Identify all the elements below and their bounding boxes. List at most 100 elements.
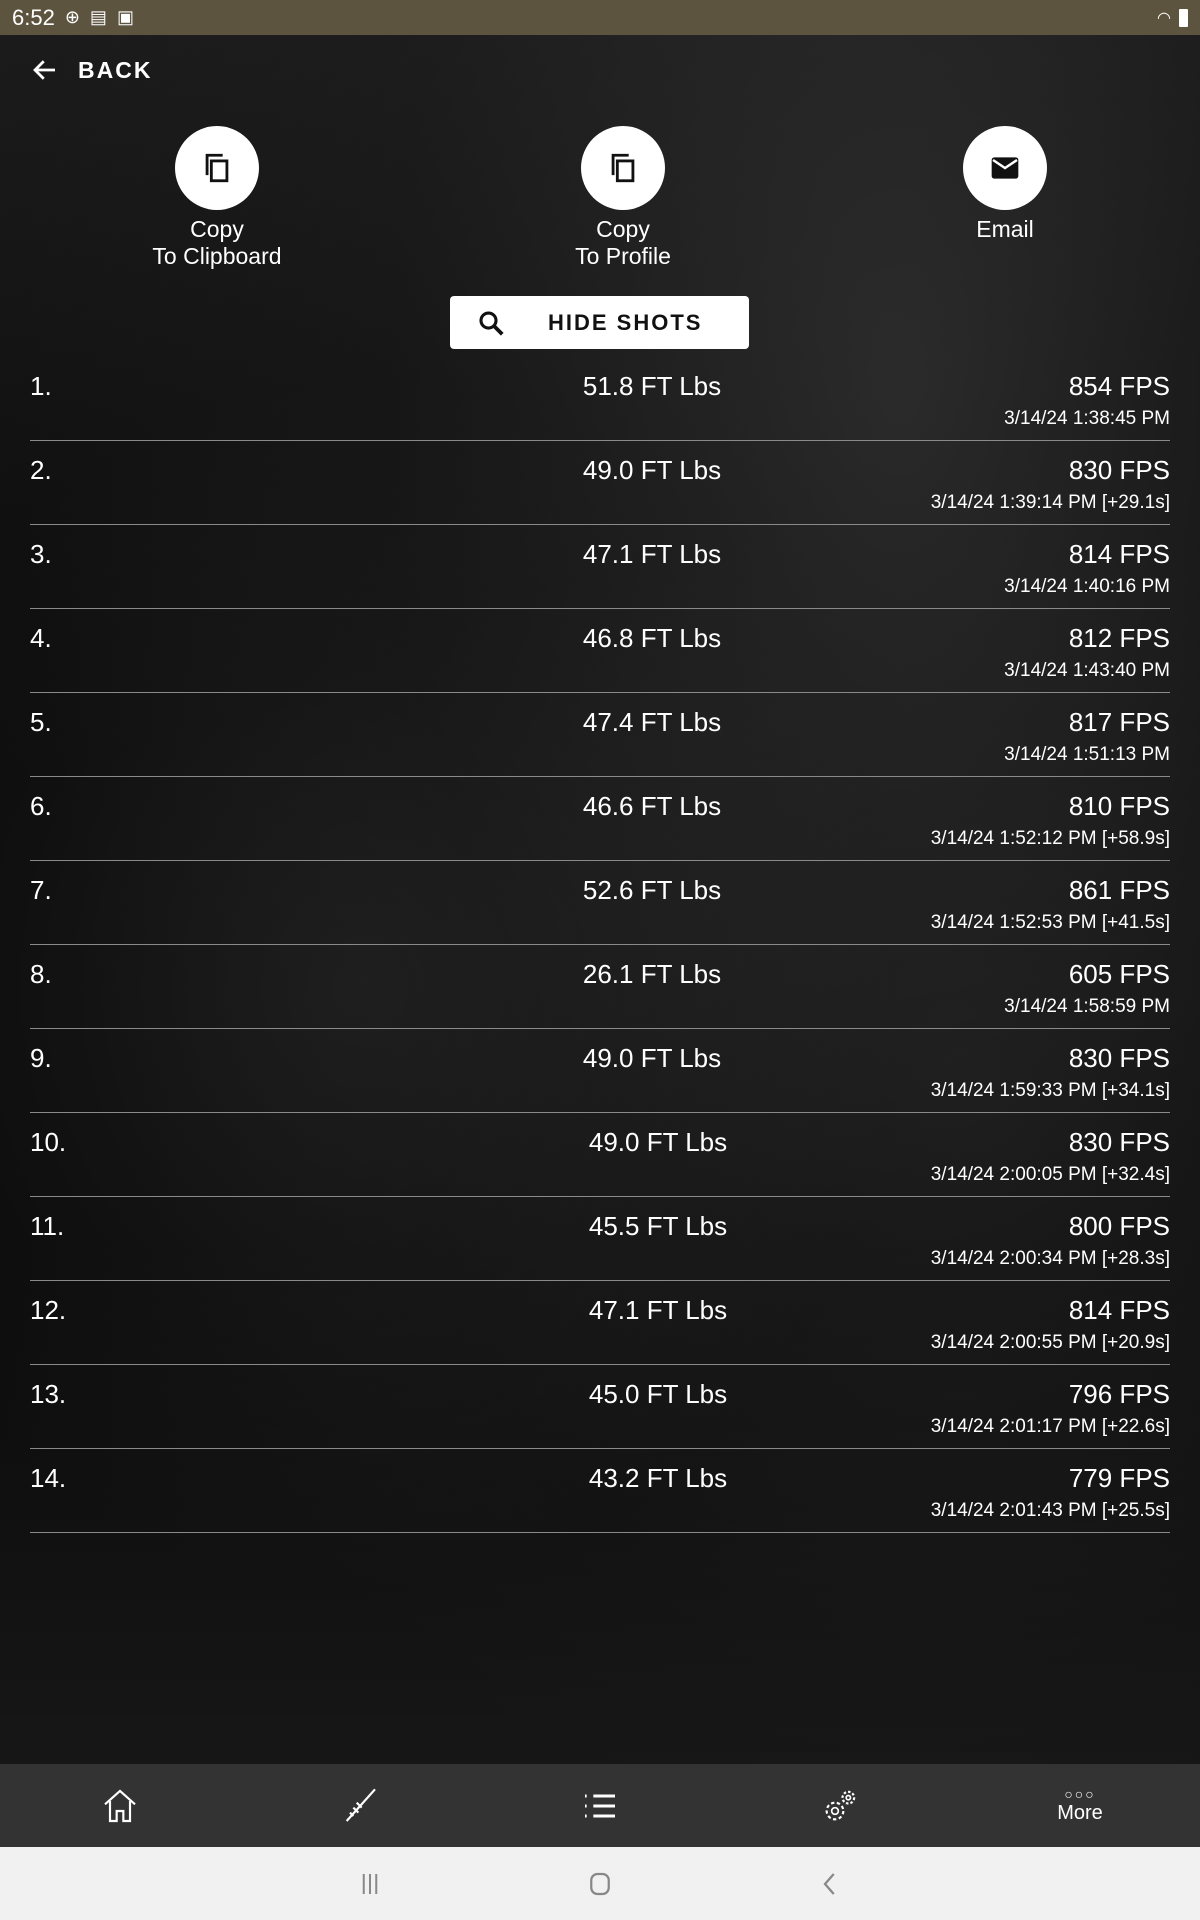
shot-timestamp: 3/14/24 1:51:13 PM [1004, 744, 1170, 765]
shot-energy: 49.0 FT Lbs [582, 455, 722, 485]
shot-timestamp: 3/14/24 1:59:33 PM [+34.1s] [930, 1080, 1170, 1101]
shot-energy: 45.5 FT Lbs [588, 1211, 728, 1241]
mail-icon [963, 126, 1047, 210]
hide-shots-label: HIDE SHOTS [548, 309, 703, 335]
shot-velocity: 830 FPS [1068, 1043, 1170, 1073]
shot-number: 6. [30, 791, 52, 821]
home-icon [104, 1789, 136, 1822]
shot-velocity: 830 FPS [1068, 1127, 1170, 1157]
action-label-1: Copy [190, 216, 244, 242]
shot-number: 11. [30, 1211, 65, 1241]
shot-number: 2. [30, 455, 52, 485]
back-button[interactable]: BACK [30, 55, 152, 85]
shot-energy: 47.4 FT Lbs [582, 707, 722, 737]
shot-timestamp: 3/14/24 1:38:45 PM [1004, 408, 1170, 429]
shot-row: 6. 46.6 FT Lbs 810 FPS 3/14/24 1:52:12 P… [30, 777, 1170, 861]
rifle-icon [345, 1788, 376, 1822]
action-label-2: To Profile [575, 243, 671, 269]
shot-energy: 43.2 FT Lbs [588, 1463, 728, 1493]
nav-list[interactable] [480, 1764, 720, 1847]
nav-more[interactable]: ○○○ More [960, 1764, 1200, 1847]
shot-timestamp: 3/14/24 2:00:34 PM [+28.3s] [930, 1248, 1170, 1269]
shot-velocity: 817 FPS [1068, 707, 1170, 737]
shot-energy: 52.6 FT Lbs [582, 875, 722, 905]
shot-timestamp: 3/14/24 1:39:14 PM [+29.1s] [930, 492, 1170, 513]
shot-velocity: 814 FPS [1068, 539, 1170, 569]
shot-row: 12. 47.1 FT Lbs 814 FPS 3/14/24 2:00:55 … [30, 1281, 1170, 1365]
shot-timestamp: 3/14/24 1:58:59 PM [1004, 996, 1170, 1017]
shot-energy: 26.1 FT Lbs [582, 959, 722, 989]
more-icon: ○○○ [1064, 1786, 1096, 1802]
shot-velocity: 796 FPS [1068, 1379, 1170, 1409]
bottom-nav: ○○○ More [0, 1764, 1200, 1847]
shot-row: 7. 52.6 FT Lbs 861 FPS 3/14/24 1:52:53 P… [30, 861, 1170, 945]
shot-timestamp: 3/14/24 1:52:53 PM [+41.5s] [930, 912, 1170, 933]
shot-row: 4. 46.8 FT Lbs 812 FPS 3/14/24 1:43:40 P… [30, 609, 1170, 693]
shot-energy: 45.0 FT Lbs [588, 1379, 728, 1409]
shot-row: 2. 49.0 FT Lbs 830 FPS 3/14/24 1:39:14 P… [30, 441, 1170, 525]
shot-energy: 47.1 FT Lbs [588, 1295, 728, 1325]
shot-number: 1. [30, 371, 52, 401]
shot-row: 1. 51.8 FT Lbs 854 FPS 3/14/24 1:38:45 P… [30, 357, 1170, 441]
shot-number: 12. [30, 1295, 67, 1325]
shot-velocity: 812 FPS [1068, 623, 1170, 653]
settings-icon [825, 1790, 856, 1820]
nav-rifle[interactable] [240, 1764, 480, 1847]
shot-velocity: 810 FPS [1068, 791, 1170, 821]
shot-energy: 51.8 FT Lbs [582, 371, 722, 401]
shot-velocity: 800 FPS [1068, 1211, 1170, 1241]
shot-velocity: 854 FPS [1068, 371, 1170, 401]
nav-home[interactable] [0, 1764, 240, 1847]
copy-to-profile-button[interactable]: Copy To Profile [513, 126, 733, 270]
shot-number: 4. [30, 623, 52, 653]
shot-row: 14. 43.2 FT Lbs 779 FPS 3/14/24 2:01:43 … [30, 1449, 1170, 1533]
shot-row: 13. 45.0 FT Lbs 796 FPS 3/14/24 2:01:17 … [30, 1365, 1170, 1449]
list-icon [585, 1794, 615, 1817]
shot-timestamp: 3/14/24 1:52:12 PM [+58.9s] [930, 828, 1170, 849]
shot-number: 10. [30, 1127, 67, 1157]
basketball-icon: ⊕ [64, 7, 80, 27]
shot-energy: 46.8 FT Lbs [582, 623, 722, 653]
wifi-icon: ◠ [1157, 9, 1171, 27]
more-label: More [1057, 1802, 1103, 1824]
shot-velocity: 830 FPS [1068, 455, 1170, 485]
recents-icon[interactable] [355, 1869, 385, 1899]
shot-timestamp: 3/14/24 1:40:16 PM [1004, 576, 1170, 597]
nav-settings[interactable] [720, 1764, 960, 1847]
arrow-left-icon [33, 60, 55, 80]
copy-icon [175, 126, 259, 210]
shot-timestamp: 3/14/24 2:00:55 PM [+20.9s] [930, 1332, 1170, 1353]
search-icon [479, 310, 504, 336]
shot-velocity: 814 FPS [1068, 1295, 1170, 1325]
back-nav-icon[interactable] [815, 1869, 845, 1899]
shot-row: 10. 49.0 FT Lbs 830 FPS 3/14/24 2:00:05 … [30, 1113, 1170, 1197]
shot-number: 3. [30, 539, 52, 569]
email-button[interactable]: Email [895, 126, 1115, 243]
action-label-1: Email [976, 216, 1034, 242]
shot-energy: 49.0 FT Lbs [588, 1127, 728, 1157]
image-icon: ▣ [116, 7, 134, 27]
battery-icon [1179, 8, 1188, 27]
calendar-icon: ▤ [89, 7, 107, 27]
shot-energy: 46.6 FT Lbs [582, 791, 722, 821]
home-button-icon[interactable] [585, 1869, 615, 1899]
hide-shots-button[interactable]: HIDE SHOTS [450, 296, 749, 349]
shot-number: 14. [30, 1463, 67, 1493]
status-time: 6:52 [12, 4, 55, 30]
shot-timestamp: 3/14/24 1:43:40 PM [1004, 660, 1170, 681]
shot-row: 8. 26.1 FT Lbs 605 FPS 3/14/24 1:58:59 P… [30, 945, 1170, 1029]
shot-row: 3. 47.1 FT Lbs 814 FPS 3/14/24 1:40:16 P… [30, 525, 1170, 609]
shot-velocity: 605 FPS [1068, 959, 1170, 989]
shot-number: 8. [30, 959, 52, 989]
shot-number: 5. [30, 707, 52, 737]
shot-energy: 47.1 FT Lbs [582, 539, 722, 569]
shot-number: 7. [30, 875, 52, 905]
back-label: BACK [78, 56, 153, 83]
copy-to-clipboard-button[interactable]: Copy To Clipboard [107, 126, 327, 270]
action-label-2: To Clipboard [152, 243, 282, 269]
shot-row: 9. 49.0 FT Lbs 830 FPS 3/14/24 1:59:33 P… [30, 1029, 1170, 1113]
shot-velocity: 861 FPS [1068, 875, 1170, 905]
shot-energy: 49.0 FT Lbs [582, 1043, 722, 1073]
shot-number: 13. [30, 1379, 67, 1409]
shot-timestamp: 3/14/24 2:00:05 PM [+32.4s] [930, 1164, 1170, 1185]
